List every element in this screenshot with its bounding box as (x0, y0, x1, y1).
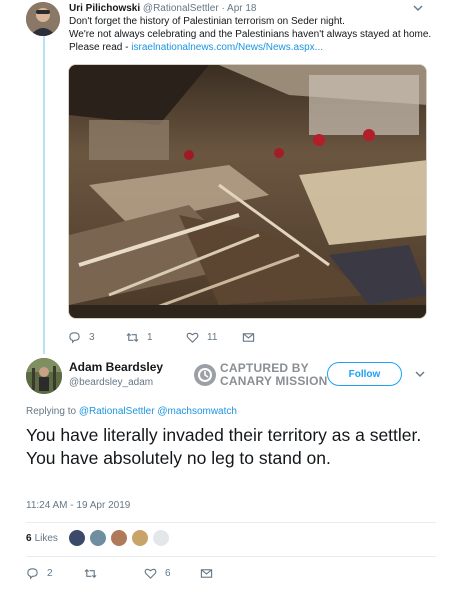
tweet-date[interactable]: Apr 18 (227, 3, 256, 14)
retweet-icon (126, 332, 139, 342)
reply-to-handle[interactable]: @RationalSettler (79, 406, 155, 417)
tweet-text-line: Don't forget the history of Palestinian … (69, 16, 345, 27)
tweet-photo[interactable] (68, 64, 427, 319)
likes-count: 6 (26, 532, 32, 544)
follow-button[interactable]: Follow (327, 362, 402, 386)
watermark-line: CANARY MISSION (220, 374, 328, 388)
message-icon (242, 332, 255, 342)
like-button[interactable]: 6 (144, 566, 171, 580)
reply-to-handle[interactable]: @machsomwatch (157, 406, 237, 417)
parent-tweet[interactable]: Uri Pilichowski @RationalSettler · Apr 1… (0, 0, 452, 350)
reply-button[interactable]: 3 (68, 330, 95, 344)
reply-count: 2 (47, 567, 53, 579)
article-link[interactable]: israelnationalnews.com/News/News.aspx... (131, 42, 323, 53)
avatar[interactable] (26, 2, 60, 36)
author-handle[interactable]: @beardsley_adam (69, 377, 153, 388)
retweet-button[interactable] (84, 566, 105, 580)
replying-to-label: Replying to (26, 406, 79, 417)
separator: · (221, 3, 225, 14)
author-name[interactable]: Adam Beardsley (69, 360, 163, 374)
retweet-icon (84, 568, 97, 578)
tweet-text-line: Please read - (69, 42, 132, 53)
divider (26, 522, 436, 523)
reply-icon (69, 331, 80, 343)
parent-tweet-header: Uri Pilichowski @RationalSettler · Apr 1… (69, 2, 257, 15)
liker-avatar[interactable] (67, 529, 86, 547)
message-icon (200, 568, 213, 578)
replying-to: Replying to @RationalSettler @machsomwat… (26, 406, 237, 417)
direct-message-button[interactable] (200, 566, 221, 580)
reply-icon (27, 567, 38, 579)
author-handle[interactable]: @RationalSettler (143, 3, 219, 14)
like-count: 6 (165, 567, 171, 579)
avatar[interactable] (26, 358, 62, 394)
liker-avatar[interactable] (151, 529, 170, 547)
chevron-down-icon[interactable] (410, 0, 428, 16)
liker-avatar[interactable] (130, 529, 149, 547)
canary-mission-icon (194, 364, 216, 386)
like-button[interactable]: 11 (186, 330, 217, 344)
likes-label: Likes (34, 532, 58, 544)
tweet-timestamp[interactable]: 11:24 AM - 19 Apr 2019 (26, 500, 130, 511)
direct-message-button[interactable] (242, 330, 263, 344)
liker-avatar[interactable] (109, 529, 128, 547)
like-icon (144, 568, 157, 579)
author-name[interactable]: Uri Pilichowski (69, 3, 140, 14)
like-icon (186, 332, 199, 343)
reply-button[interactable]: 2 (26, 566, 53, 580)
retweet-count: 1 (147, 331, 153, 343)
parent-tweet-text: Don't forget the history of Palestinian … (69, 15, 439, 54)
likes-summary[interactable]: 6 Likes (26, 527, 173, 549)
main-tweet-text: You have literally invaded their territo… (26, 425, 422, 468)
liker-avatar[interactable] (88, 529, 107, 547)
chevron-down-icon[interactable] (412, 366, 428, 382)
reply-count: 3 (89, 331, 95, 343)
like-count: 11 (207, 331, 218, 343)
canary-mission-watermark: CAPTURED BY CANARY MISSION (194, 361, 327, 389)
tweet-text-line: We're not always celebrating and the Pal… (69, 29, 432, 40)
divider (26, 556, 436, 557)
retweet-button[interactable]: 1 (126, 330, 153, 344)
